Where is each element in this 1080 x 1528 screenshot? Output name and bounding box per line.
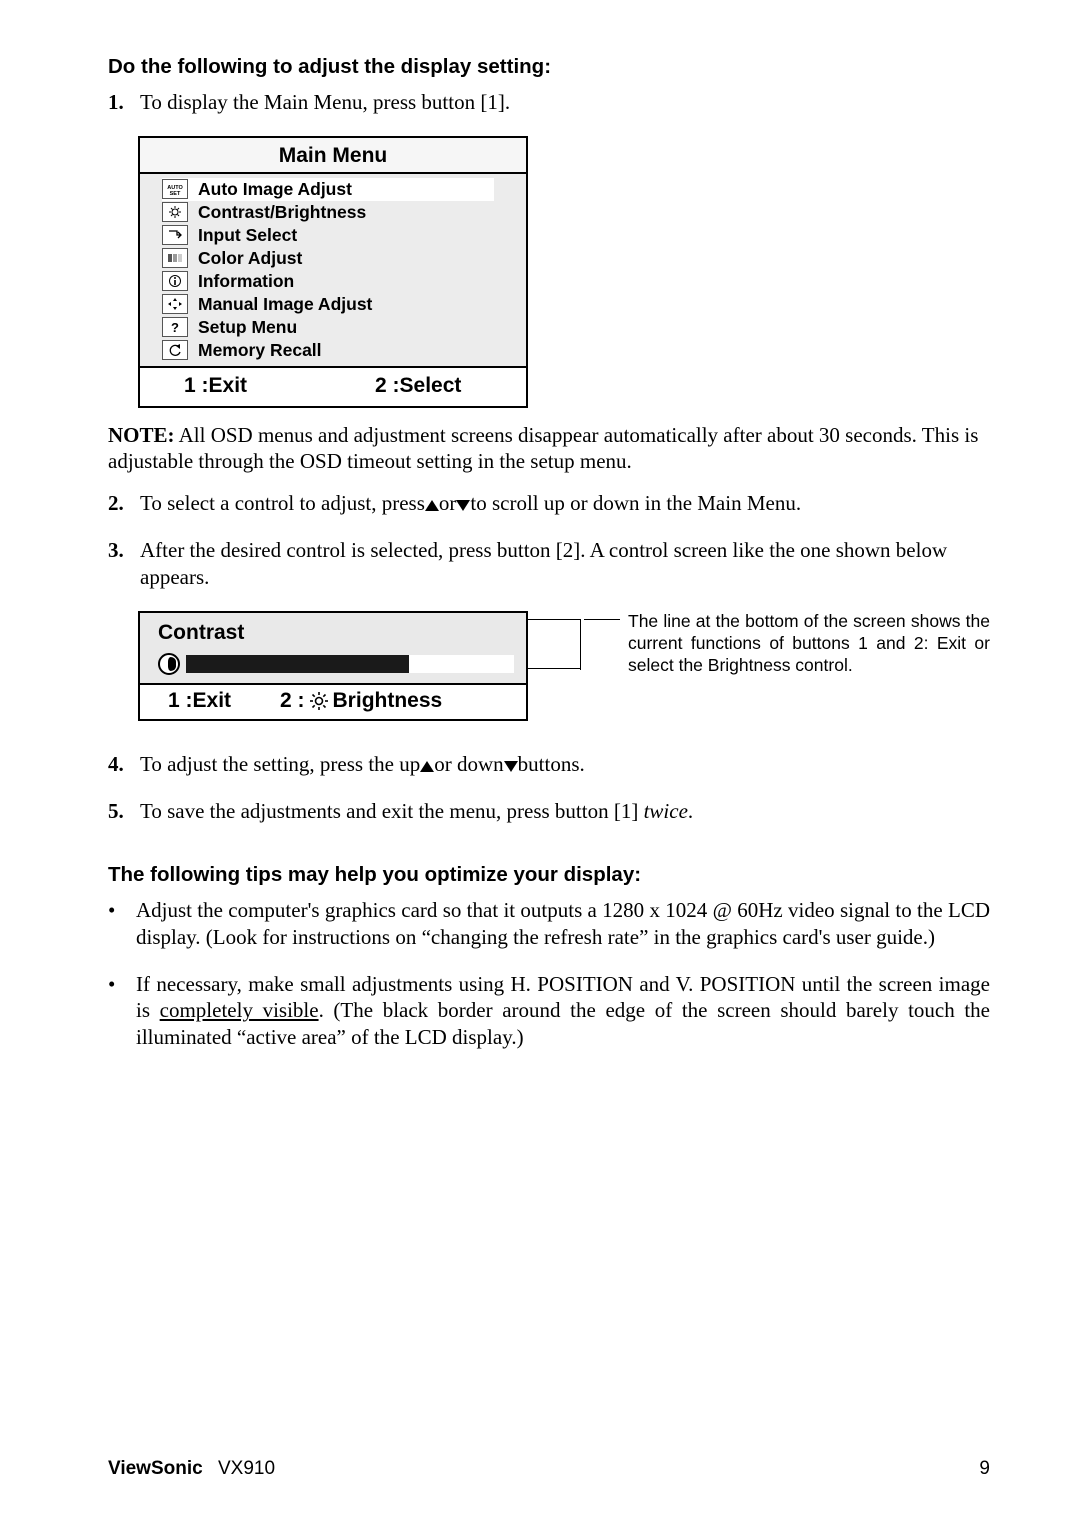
- menu-item-info: Information: [162, 270, 516, 293]
- footer-page-number: 9: [979, 1458, 990, 1480]
- step-1: 1. To display the Main Menu, press butto…: [108, 89, 990, 116]
- menu-label: Memory Recall: [198, 340, 322, 361]
- tip-2: • If necessary, make small adjustments u…: [108, 971, 990, 1052]
- step-3: 3. After the desired control is selected…: [108, 537, 990, 591]
- bullet-icon: •: [108, 897, 136, 924]
- recall-icon: [162, 340, 188, 360]
- menu-label: Manual Image Adjust: [198, 294, 372, 315]
- menu-item-auto-image: AUTOSET Auto Image Adjust: [162, 178, 494, 201]
- note-paragraph: NOTE: All OSD menus and adjustment scree…: [108, 422, 990, 475]
- menu-select-label: 2 :Select: [335, 374, 526, 398]
- footer-brand: ViewSonic: [108, 1458, 203, 1479]
- arrow-up-icon: [425, 500, 439, 511]
- text-fragment: or down: [434, 752, 503, 776]
- menu-item-memory: Memory Recall: [162, 339, 516, 362]
- menu-exit-label: 1 :Exit: [140, 374, 335, 398]
- step-number: 2.: [108, 490, 140, 517]
- text-fragment: Brightness: [333, 689, 443, 713]
- svg-text:SET: SET: [170, 191, 181, 196]
- text-fragment-underline: completely visible: [160, 998, 319, 1022]
- step-2: 2. To select a control to adjust, press o…: [108, 490, 990, 517]
- arrow-down-icon: [504, 761, 518, 772]
- tip-text: If necessary, make small adjustments usi…: [136, 971, 990, 1052]
- contrast-brightness-label: 2 : Brightness: [280, 689, 526, 713]
- footer-model: VX910: [218, 1458, 275, 1479]
- text-fragment: to scroll up or down in the Main Menu.: [470, 491, 801, 515]
- brightness-icon: [309, 691, 329, 711]
- bullet-icon: •: [108, 971, 136, 998]
- step-text: After the desired control is selected, p…: [140, 537, 990, 591]
- text-fragment: 2 :: [280, 689, 305, 713]
- contrast-screenshot: Contrast 1 :Exit 2 : Brightness: [138, 611, 528, 721]
- note-label: NOTE:: [108, 423, 175, 447]
- tip-text: Adjust the computer's graphics card so t…: [136, 897, 990, 951]
- contrast-knob-icon: [158, 653, 180, 675]
- step-number: 4.: [108, 751, 140, 778]
- text-fragment: To select a control to adjust, press: [140, 491, 425, 515]
- step-text: To adjust the setting, press the up or do…: [140, 751, 990, 778]
- menu-label: Setup Menu: [198, 317, 297, 338]
- menu-item-color: Color Adjust: [162, 247, 516, 270]
- section-heading: The following tips may help you optimize…: [108, 863, 990, 887]
- contrast-slider: [158, 653, 514, 675]
- step-text: To display the Main Menu, press button […: [140, 89, 990, 116]
- text-fragment: .: [688, 799, 693, 823]
- menu-label: Auto Image Adjust: [198, 179, 352, 200]
- contrast-footer: 1 :Exit 2 : Brightness: [140, 685, 526, 719]
- step-number: 3.: [108, 537, 140, 564]
- step-number: 1.: [108, 89, 140, 116]
- step-text: To select a control to adjust, press orto…: [140, 490, 990, 517]
- question-icon: ?: [162, 317, 188, 337]
- tip-1: • Adjust the computer's graphics card so…: [108, 897, 990, 951]
- menu-label: Information: [198, 271, 294, 292]
- text-fragment: buttons.: [518, 752, 585, 776]
- manual-adjust-icon: [162, 294, 188, 314]
- text-fragment: To adjust the setting, press the up: [140, 752, 420, 776]
- brightness-icon: [162, 202, 188, 222]
- menu-label: Color Adjust: [198, 248, 302, 269]
- note-text: All OSD menus and adjustment screens dis…: [108, 423, 978, 473]
- menu-label: Contrast/Brightness: [198, 202, 366, 223]
- step-4: 4. To adjust the setting, press the up or…: [108, 751, 990, 778]
- text-fragment: or: [439, 491, 457, 515]
- menu-title: Main Menu: [140, 138, 526, 174]
- svg-text:?: ?: [171, 320, 179, 334]
- text-fragment: To save the adjustments and exit the men…: [140, 799, 644, 823]
- main-menu-screenshot: Main Menu AUTOSET Auto Image Adjust Cont…: [138, 136, 528, 408]
- menu-item-contrast: Contrast/Brightness: [162, 201, 516, 224]
- callout-text: The line at the bottom of the screen sho…: [628, 611, 990, 677]
- menu-item-setup: ? Setup Menu: [162, 316, 516, 339]
- menu-item-manual: Manual Image Adjust: [162, 293, 516, 316]
- contrast-exit-label: 1 :Exit: [140, 689, 280, 713]
- menu-footer: 1 :Exit 2 :Select: [140, 366, 526, 406]
- section-heading: Do the following to adjust the display s…: [108, 55, 990, 79]
- menu-item-input: Input Select: [162, 224, 516, 247]
- callout-connector: [528, 611, 604, 665]
- auto-set-icon: AUTOSET: [162, 179, 188, 199]
- arrow-down-icon: [456, 500, 470, 511]
- step-text: To save the adjustments and exit the men…: [140, 798, 990, 825]
- info-icon: [162, 271, 188, 291]
- input-icon: [162, 225, 188, 245]
- menu-label: Input Select: [198, 225, 297, 246]
- step-number: 5.: [108, 798, 140, 825]
- arrow-up-icon: [420, 761, 434, 772]
- contrast-title: Contrast: [158, 621, 514, 645]
- text-fragment-italic: twice: [644, 799, 688, 823]
- color-icon: [162, 248, 188, 268]
- page-footer: ViewSonic VX910 9: [108, 1458, 990, 1480]
- step-5: 5. To save the adjustments and exit the …: [108, 798, 990, 825]
- slider-track: [186, 655, 514, 673]
